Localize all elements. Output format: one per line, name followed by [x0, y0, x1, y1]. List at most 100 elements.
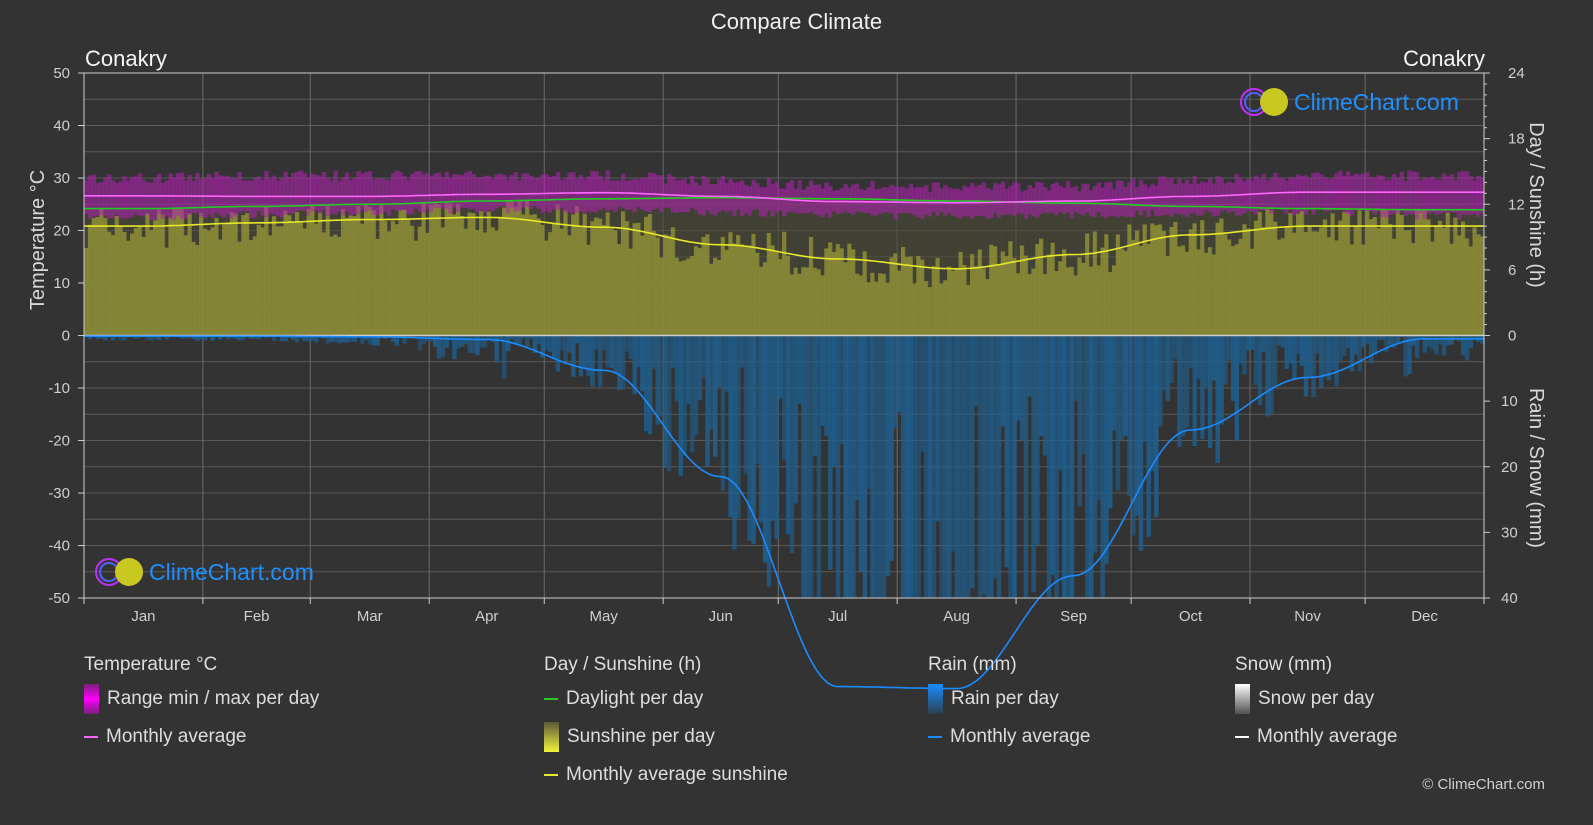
sunshine-day-bar	[789, 274, 795, 336]
rain-day-bar	[908, 335, 914, 598]
sunshine-day-bar	[1096, 265, 1102, 336]
temp-range-day-bar	[858, 188, 864, 213]
logo-text: ClimeChart.com	[1294, 88, 1459, 115]
sunshine-day-bar	[241, 215, 246, 336]
snow-swatch-icon	[1235, 684, 1250, 714]
sunshine-day-bar	[743, 246, 749, 336]
sunshine-day-bar	[751, 233, 756, 336]
temp-range-day-bar	[383, 179, 388, 212]
temp-range-day-bar	[647, 172, 653, 213]
sunshine-day-bar	[1104, 234, 1109, 336]
sunshine-day-bar	[904, 256, 910, 336]
temp-range-day-bar	[989, 189, 994, 218]
line-swatch-icon	[544, 698, 558, 700]
legend-item-snow: Snow per day	[1235, 680, 1397, 718]
right-tick-label-sunshine: 6	[1508, 262, 1516, 279]
left-tick-label: -30	[48, 485, 70, 502]
rain-day-bar	[989, 335, 994, 598]
sunshine-day-bar	[310, 205, 315, 336]
sunshine-day-bar	[498, 218, 503, 336]
rain-day-bar	[1200, 335, 1205, 440]
sunshine-day-bar	[222, 224, 227, 336]
temp-range-day-bar	[206, 173, 212, 215]
temp-range-day-bar	[993, 183, 998, 213]
sunshine-day-bar	[1188, 229, 1194, 336]
rain-day-bar	[1227, 335, 1232, 361]
rain-day-bar	[574, 335, 580, 344]
right-tick-label-sunshine: 24	[1508, 65, 1525, 82]
rain-day-bar	[1108, 335, 1113, 509]
temp-range-day-bar	[586, 176, 591, 212]
sunshine-day-bar	[210, 227, 216, 336]
climechart-logo-top[interactable]: ClimeChart.com	[1238, 86, 1459, 118]
legend-item-sunshine: Sunshine per day	[544, 718, 788, 756]
rain-day-bar	[920, 335, 925, 452]
rain-day-bar	[709, 335, 714, 430]
temp-range-day-bar	[1265, 180, 1270, 210]
rain-day-bar	[854, 335, 860, 501]
temp-range-day-bar	[1307, 178, 1312, 210]
sunshine-day-bar	[981, 268, 986, 336]
sunshine-day-bar	[808, 236, 814, 336]
temp-range-day-bar	[187, 174, 192, 215]
sunshine-day-bar	[99, 208, 104, 336]
sunshine-day-bar	[364, 204, 369, 336]
sunshine-day-bar	[667, 235, 672, 336]
temp-range-day-bar	[225, 175, 231, 215]
sunshine-day-bar	[149, 230, 154, 336]
rain-day-bar	[1338, 335, 1343, 361]
rain-day-bar	[505, 335, 511, 352]
temp-range-day-bar	[348, 180, 354, 216]
rain-day-bar	[1280, 335, 1286, 348]
sunshine-day-bar	[1246, 228, 1251, 336]
city-label-right: Conakry	[1403, 46, 1485, 71]
sunshine-day-bar	[1165, 255, 1171, 336]
rain-day-bar	[1303, 335, 1309, 397]
month-label: Dec	[1411, 608, 1438, 625]
sunshine-day-bar	[1192, 223, 1197, 336]
temp-range-day-bar	[843, 184, 848, 212]
temp-range-day-bar	[762, 187, 768, 217]
sunshine-day-bar	[164, 247, 169, 336]
sunshine-day-bar	[874, 281, 879, 336]
rain-day-bar	[1180, 335, 1186, 437]
rain-day-bar	[456, 335, 461, 349]
sunshine-day-bar	[179, 208, 185, 336]
rain-day-bar	[831, 335, 837, 467]
temp-range-day-bar	[279, 178, 285, 218]
rain-day-bar	[916, 335, 921, 598]
left-tick-label: -50	[48, 590, 70, 607]
rain-day-bar	[555, 335, 561, 372]
temp-range-day-bar	[927, 191, 933, 217]
right-tick-label-rain: 40	[1501, 590, 1518, 607]
sunshine-day-bar	[1131, 239, 1136, 336]
climechart-logo-bottom[interactable]: ClimeChart.com	[93, 556, 314, 588]
rain-day-bar	[713, 335, 718, 457]
rain-day-bar	[1368, 335, 1374, 364]
temp-range-day-bar	[160, 182, 166, 219]
rain-day-bar	[1085, 335, 1090, 598]
temp-range-day-bar	[1035, 181, 1040, 218]
right-tick-label-sunshine: 12	[1508, 196, 1525, 213]
temp-range-day-bar	[1196, 183, 1201, 216]
rain-day-bar	[663, 335, 668, 468]
sunshine-day-bar	[1441, 227, 1447, 336]
temp-range-day-bar	[210, 178, 216, 218]
sunshine-day-bar	[467, 212, 472, 336]
sunshine-day-bar	[260, 227, 265, 336]
sunshine-day-bar	[1296, 213, 1301, 336]
sunshine-day-bar	[482, 232, 488, 336]
sunshine-day-bar	[371, 209, 377, 336]
rain-day-bar	[1288, 335, 1293, 364]
rain-day-bar	[471, 335, 476, 354]
rain-day-bar	[739, 335, 745, 368]
temp-range-day-bar	[1100, 187, 1105, 217]
sunshine-day-bar	[785, 255, 791, 336]
sunshine-day-bar	[1342, 212, 1347, 336]
temp-range-day-bar	[417, 171, 423, 212]
sunshine-day-bar	[1012, 258, 1017, 336]
sunshine-day-bar	[302, 228, 308, 336]
rain-day-bar	[1027, 335, 1032, 397]
right-tick-label-rain: 10	[1501, 393, 1518, 410]
rain-day-bar	[1319, 335, 1324, 389]
